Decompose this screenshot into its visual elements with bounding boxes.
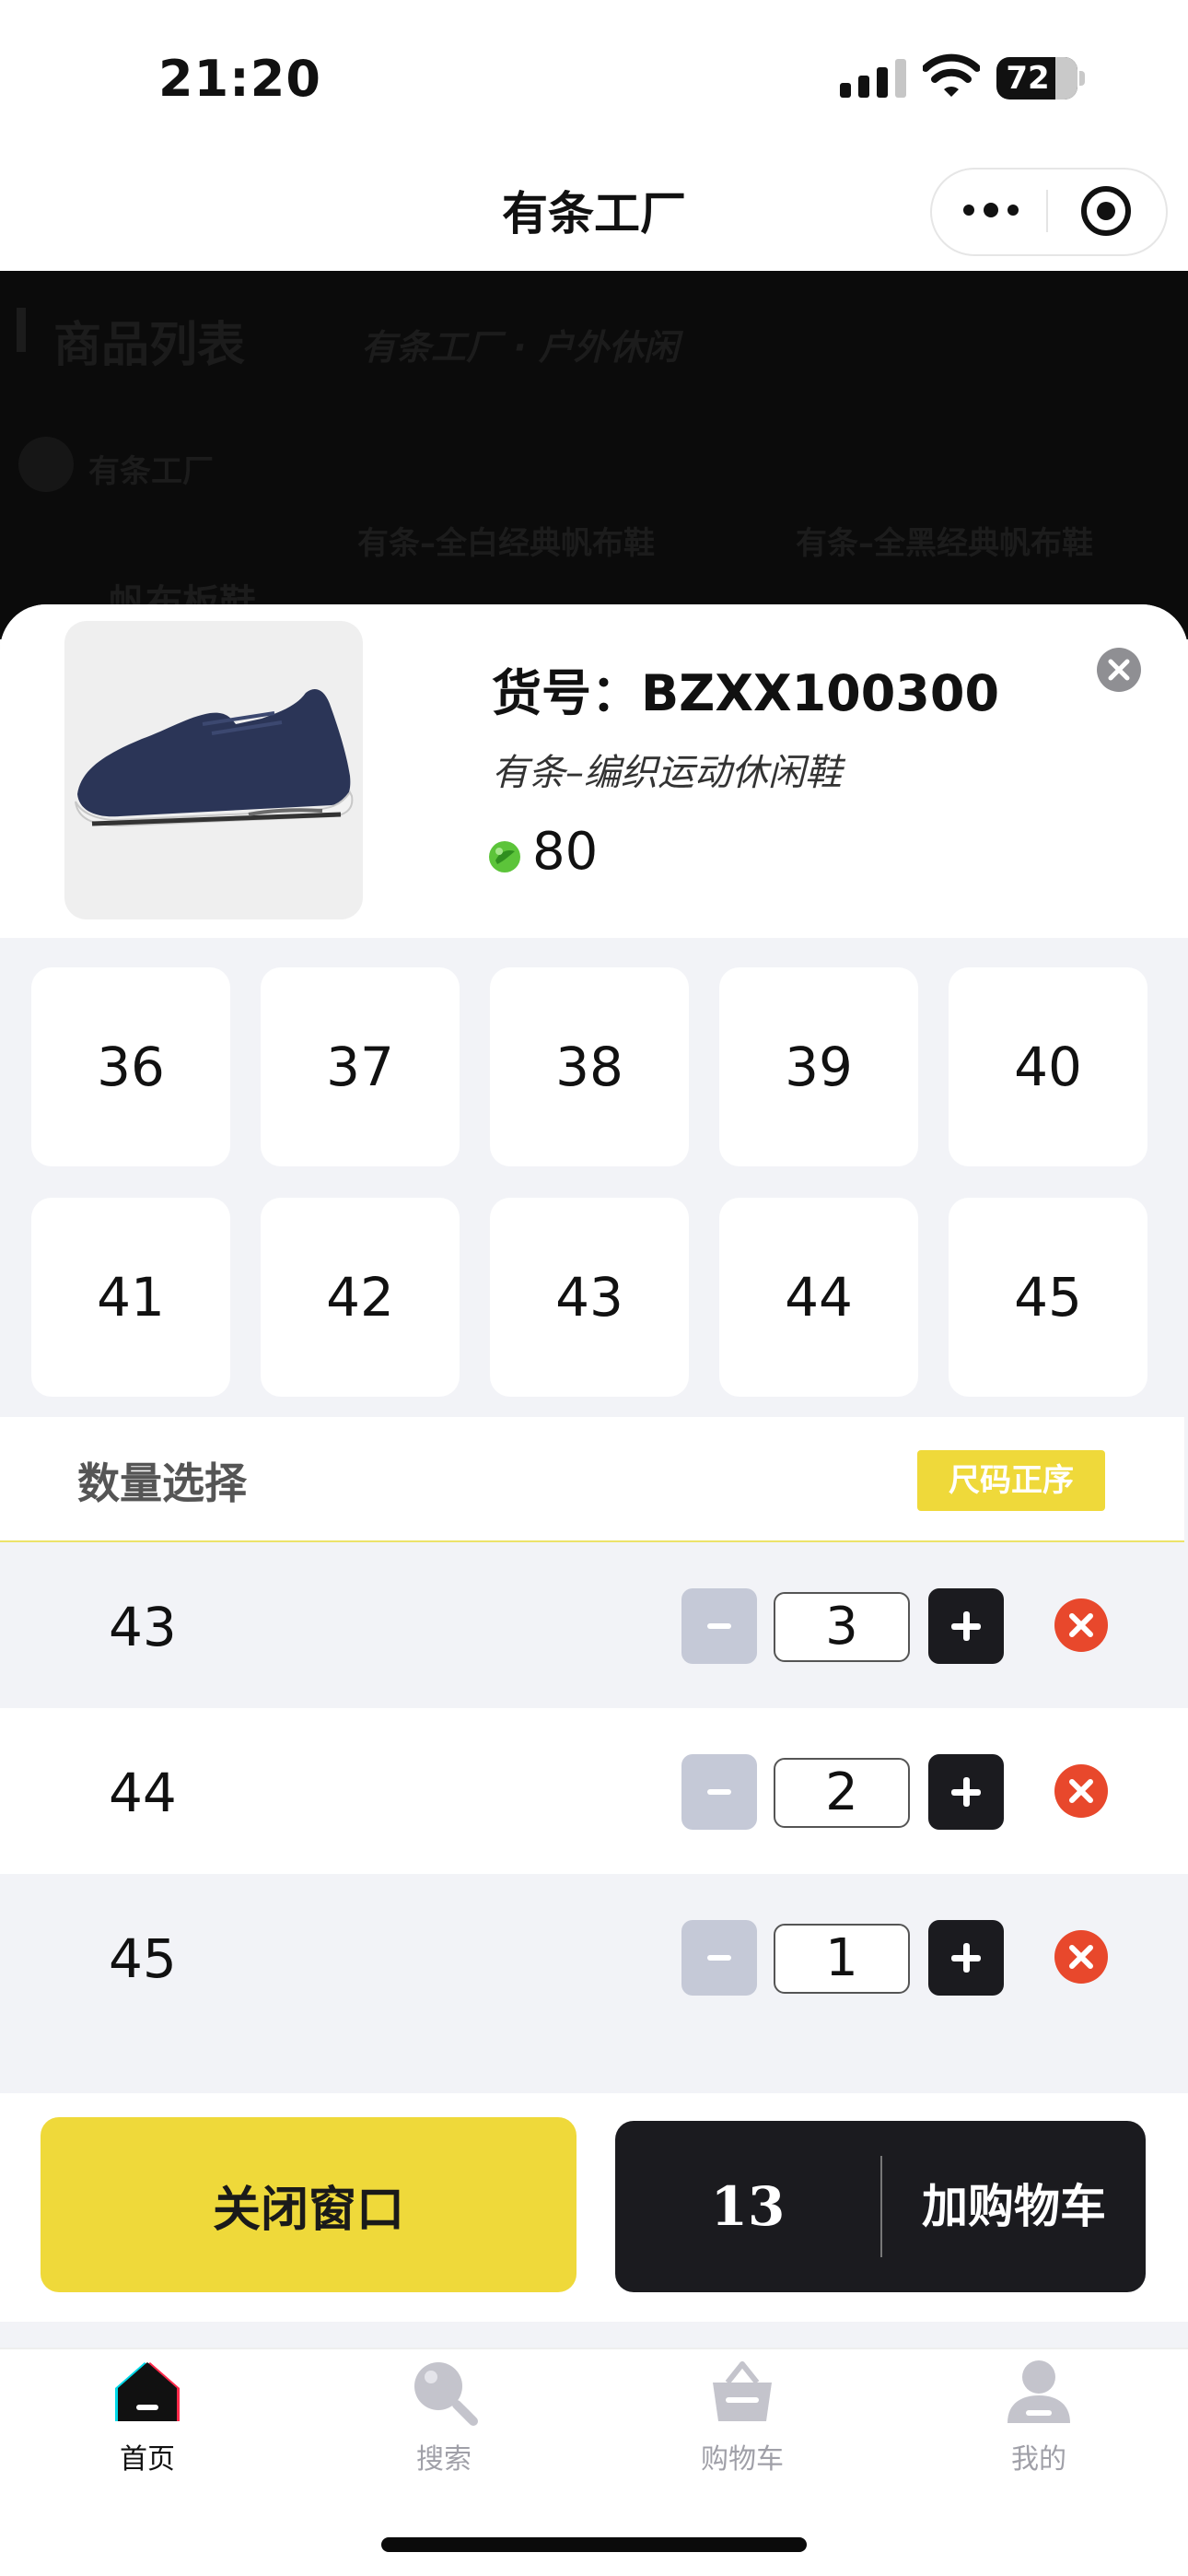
tab-profile[interactable]: 我的: [947, 2357, 1131, 2476]
decrement-button[interactable]: [681, 1754, 757, 1830]
product-name: 有条–编织运动休闲鞋: [492, 752, 842, 794]
remove-icon[interactable]: [1054, 1598, 1109, 1653]
product-image: [64, 621, 363, 919]
size-option[interactable]: 40: [949, 967, 1147, 1166]
battery-indicator: 72: [996, 57, 1085, 100]
remove-icon[interactable]: [1054, 1929, 1109, 1985]
decrement-button[interactable]: [681, 1920, 757, 1996]
size-option[interactable]: 45: [949, 1198, 1147, 1397]
user-icon: [1007, 2360, 1070, 2423]
capsule-divider: [1046, 190, 1048, 232]
quantity-field[interactable]: 3: [774, 1592, 910, 1662]
home-indicator: [381, 2537, 807, 2552]
add-to-cart-button[interactable]: 13 加购物车: [615, 2121, 1146, 2292]
tab-label: 我的: [1011, 2443, 1066, 2476]
size-selection-sheet: 货号：BZXX100300 有条–编织运动休闲鞋 80 36 37 38 39 …: [0, 604, 1188, 2576]
wifi-icon: [923, 53, 980, 97]
more-icon[interactable]: [958, 189, 1024, 231]
tab-label: 搜索: [416, 2443, 472, 2476]
size-option[interactable]: 41: [31, 1198, 230, 1397]
quantity-title: 数量选择: [77, 1458, 247, 1508]
size-option[interactable]: 42: [261, 1198, 460, 1397]
selected-total: 13: [710, 2175, 786, 2238]
search-icon: [414, 2362, 478, 2426]
tab-home[interactable]: 首页: [55, 2357, 239, 2476]
shoe-image: [75, 689, 354, 827]
quantity-field[interactable]: 1: [774, 1924, 910, 1994]
bg-shop-avatar: [18, 437, 74, 492]
quantity-row: 43 3: [0, 1542, 1188, 1708]
bg-item-2: 有条–全黑经典帆布鞋: [796, 525, 1093, 562]
quantity-field[interactable]: 2: [774, 1758, 910, 1828]
close-window-button[interactable]: 关闭窗口: [41, 2117, 577, 2292]
row-size: 45: [109, 1927, 177, 1990]
size-option[interactable]: 38: [490, 967, 689, 1166]
remove-icon[interactable]: [1054, 1763, 1109, 1819]
basket-icon: [713, 2361, 772, 2421]
tab-cart[interactable]: 购物车: [650, 2357, 834, 2476]
section-marker: [17, 308, 26, 352]
quantity-row: 45 1: [0, 1874, 1188, 2040]
size-option[interactable]: 37: [261, 967, 460, 1166]
size-option[interactable]: 36: [31, 967, 230, 1166]
increment-button[interactable]: [928, 1588, 1004, 1664]
product-code: 货号：BZXX100300: [492, 664, 1000, 722]
bg-section-title: 商品列表: [53, 318, 246, 373]
signal-icon: [840, 59, 906, 98]
bg-breadcrumb: 有条工厂 · 户外休闲: [361, 327, 679, 368]
close-program-icon[interactable]: [1079, 184, 1133, 238]
product-price: 80: [532, 822, 599, 882]
tab-label: 首页: [120, 2443, 175, 2476]
add-to-cart-label: 加购物车: [922, 2180, 1106, 2233]
size-sort-button[interactable]: 尺码正序: [917, 1450, 1105, 1511]
background-overlay[interactable]: 商品列表 有条工厂 · 户外休闲 有条工厂 有条–全白经典帆布鞋 有条–全黑经典…: [0, 271, 1188, 639]
bg-item-1: 有条–全白经典帆布鞋: [357, 525, 655, 562]
size-option[interactable]: 44: [719, 1198, 918, 1397]
size-option[interactable]: 43: [490, 1198, 689, 1397]
battery-level: 72: [1006, 60, 1050, 97]
increment-button[interactable]: [928, 1920, 1004, 1996]
row-size: 43: [109, 1596, 177, 1658]
tab-label: 购物车: [701, 2443, 784, 2476]
decrement-button[interactable]: [681, 1588, 757, 1664]
coin-icon: [489, 841, 520, 872]
status-time: 21:20: [158, 50, 321, 108]
close-sheet-icon[interactable]: [1096, 647, 1142, 693]
tab-search[interactable]: 搜索: [352, 2357, 536, 2476]
row-size: 44: [109, 1762, 177, 1824]
size-option[interactable]: 39: [719, 967, 918, 1166]
bg-shop-name: 有条工厂: [88, 453, 214, 490]
increment-button[interactable]: [928, 1754, 1004, 1830]
quantity-row: 44 2: [0, 1708, 1188, 1874]
home-icon: [115, 2362, 180, 2421]
